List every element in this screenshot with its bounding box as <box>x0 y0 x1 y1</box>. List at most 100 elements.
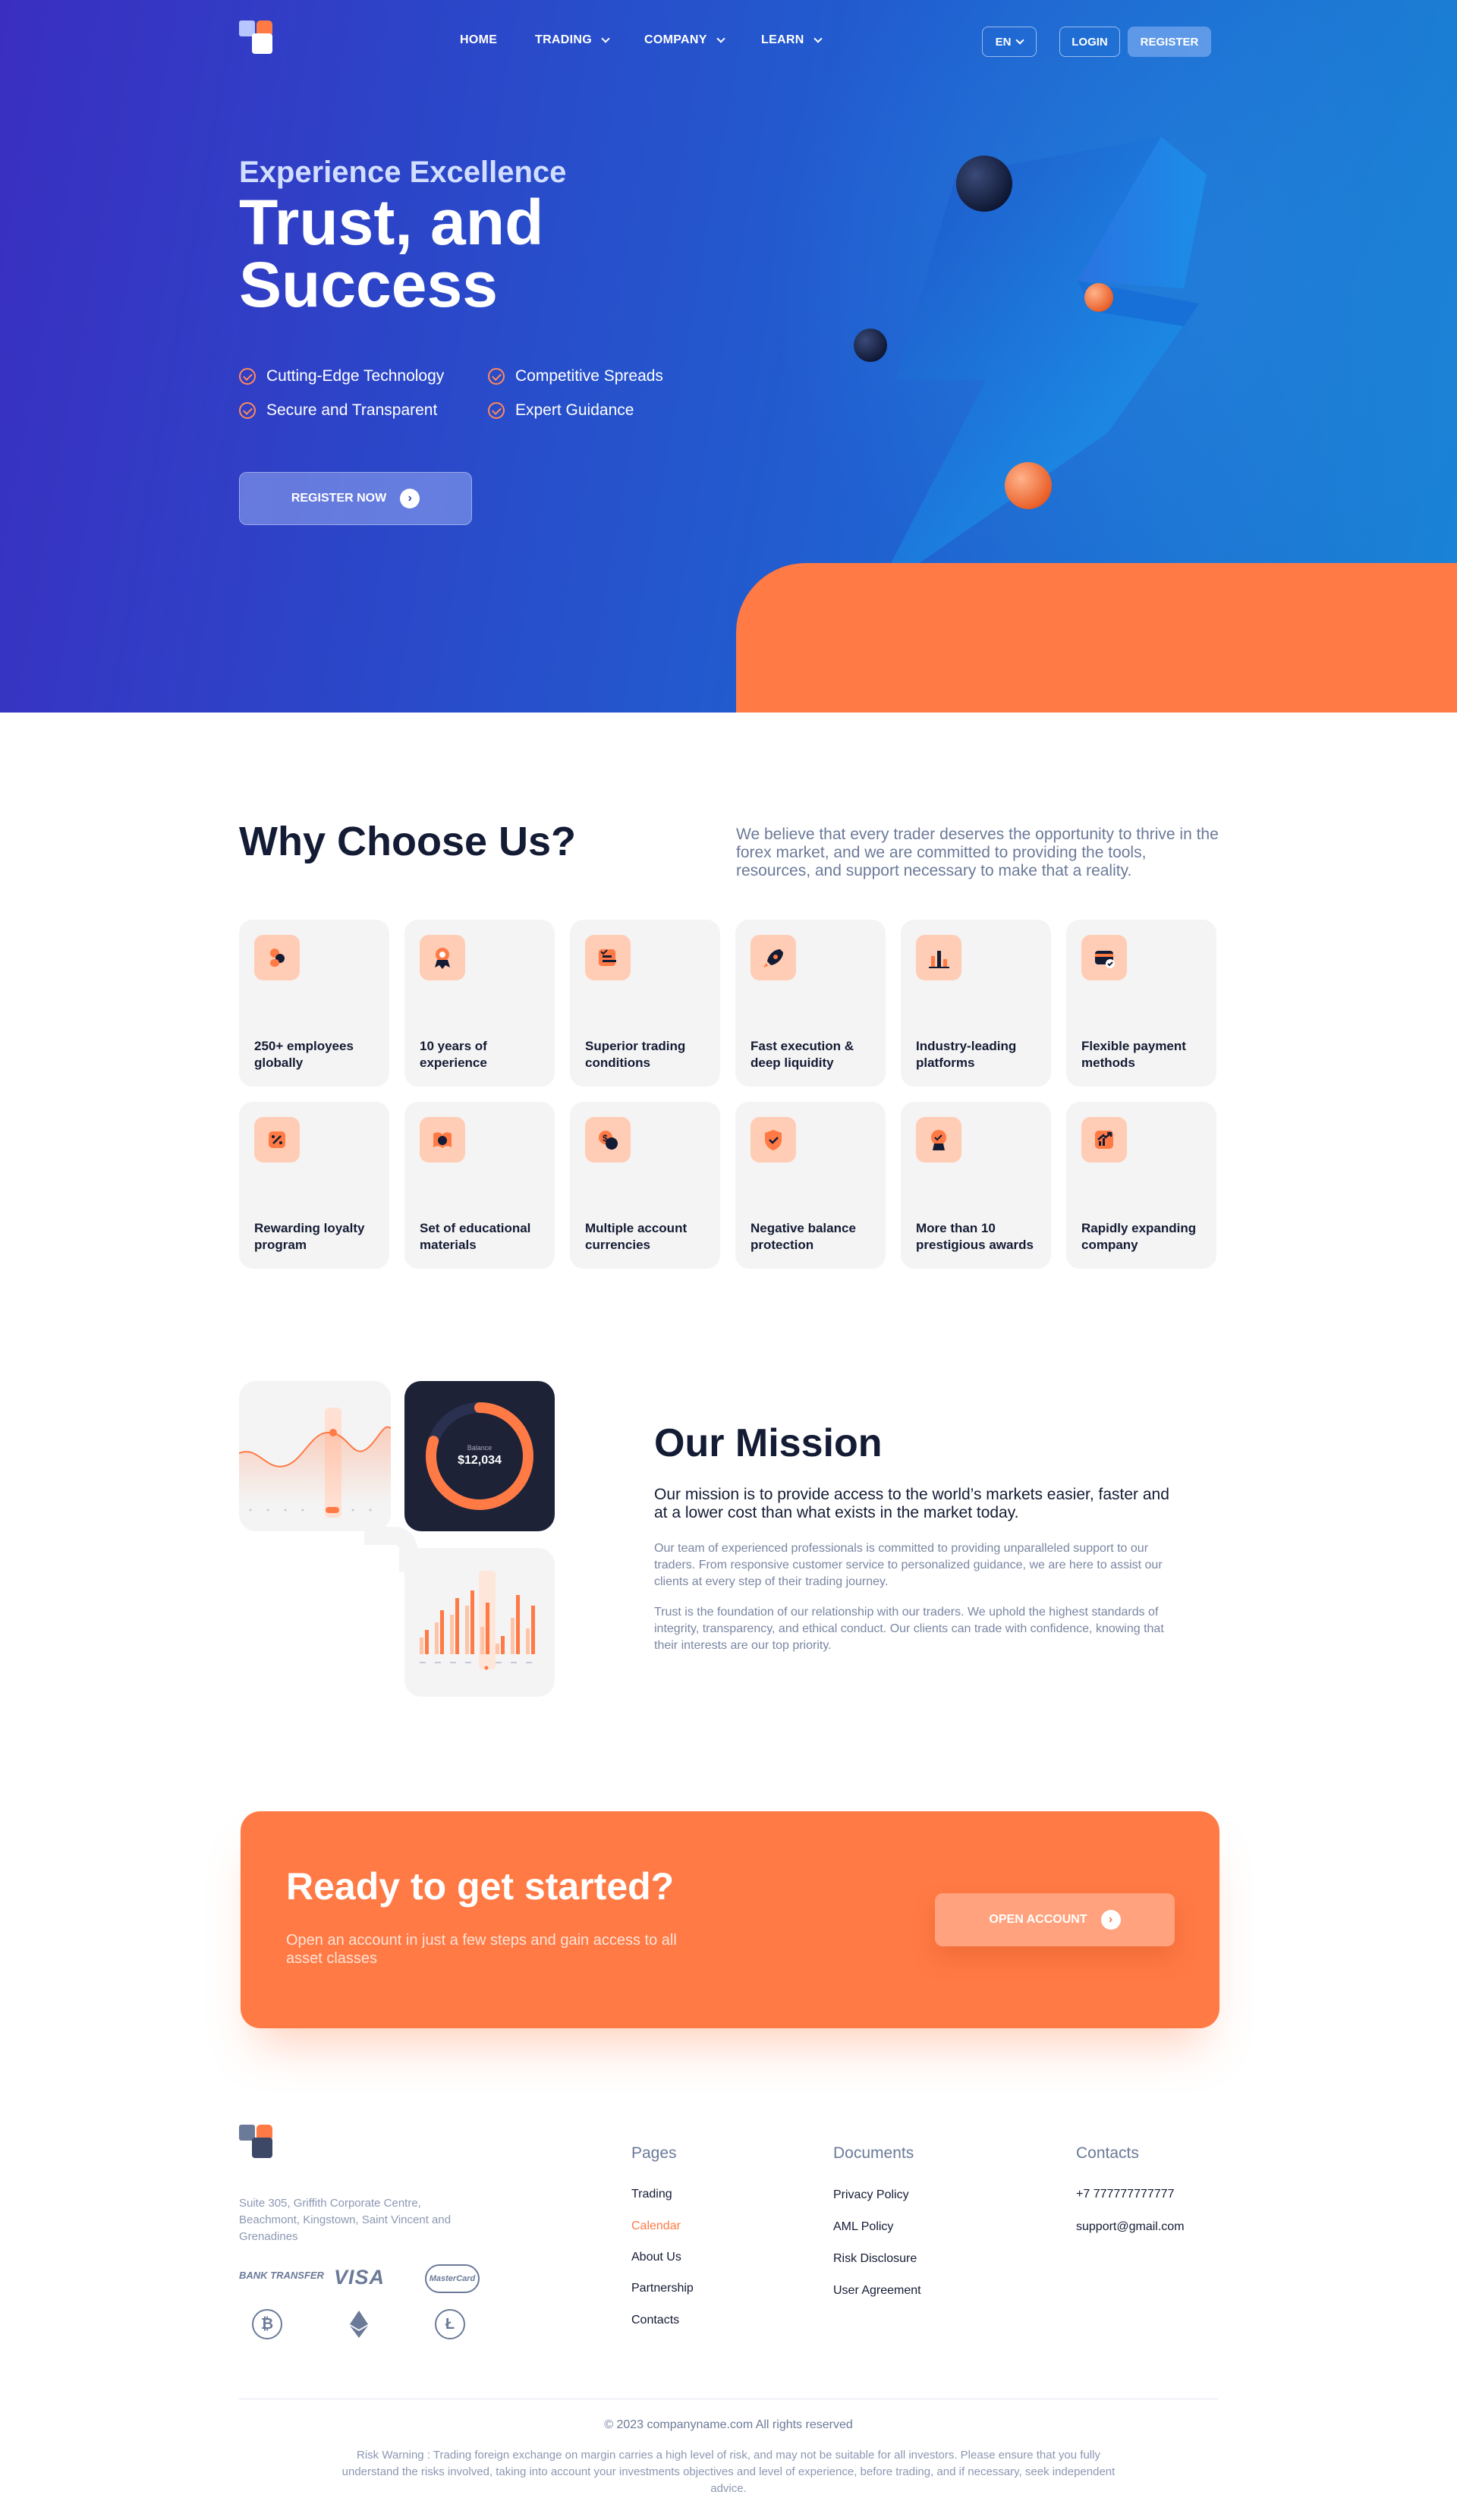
mission-lead: Our mission is to provide access to the … <box>654 1486 1169 1521</box>
mission-paragraph: Trust is the foundation of our relations… <box>654 1606 1164 1652</box>
nav-home-label: HOME <box>460 33 498 46</box>
login-label: LOGIN <box>1072 35 1108 49</box>
nav-company[interactable]: COMPANY <box>644 33 725 47</box>
feature-item: Competitive Spreads <box>488 367 663 385</box>
chart-widget-line <box>239 1381 391 1531</box>
site-logo[interactable] <box>239 20 274 55</box>
why-title: Why Choose Us? <box>239 819 577 864</box>
wallet-icon <box>1081 935 1127 980</box>
feature-label: Secure and Transparent <box>266 401 438 419</box>
benefit-card: Flexible payment methods <box>1066 920 1216 1087</box>
cta-subtitle: Open an account in just a few steps and … <box>286 1932 677 1967</box>
chevron-down-icon <box>813 33 823 43</box>
footer-link-risk[interactable]: Risk Disclosure <box>833 2252 917 2266</box>
hero-subtitle: Experience Excellence <box>239 156 567 189</box>
feature-item: Expert Guidance <box>488 401 634 420</box>
ethereum-icon <box>344 2309 374 2339</box>
footer-link-contacts[interactable]: Contacts <box>631 2314 679 2327</box>
cta-title: Ready to get started? <box>286 1865 675 1908</box>
benefit-card-label: Rapidly expanding company <box>1081 1221 1197 1252</box>
mission-paragraph: Our team of experienced professionals is… <box>654 1542 1163 1588</box>
footer-phone[interactable]: +7 777777777777 <box>1076 2188 1174 2201</box>
open-account-label: OPEN ACCOUNT <box>989 1913 1087 1926</box>
percent-icon <box>254 1117 300 1162</box>
feature-label: Competitive Spreads <box>515 367 663 385</box>
login-button[interactable]: LOGIN <box>1059 27 1120 57</box>
benefit-card: Set of educational materials <box>404 1102 555 1269</box>
benefit-card: Rewarding loyalty program <box>239 1102 389 1269</box>
bank-transfer-logo: BANK TRANSFER <box>239 2270 324 2281</box>
chevron-down-icon <box>601 33 610 43</box>
register-now-button[interactable]: REGISTER NOW › <box>239 472 472 525</box>
benefit-card-label: Industry-leading platforms <box>916 1039 1017 1070</box>
footer-link-trading[interactable]: Trading <box>631 2188 672 2201</box>
chevron-down-icon <box>716 33 725 43</box>
benefit-card: 250+ employees globally <box>239 920 389 1087</box>
benefit-card-label: Flexible payment methods <box>1081 1039 1186 1070</box>
benefit-card-label: Set of educational materials <box>420 1221 531 1252</box>
arrow-right-icon: › <box>400 489 420 508</box>
nav-trading-label: TRADING <box>535 33 592 46</box>
footer-email[interactable]: support@gmail.com <box>1076 2220 1185 2234</box>
benefit-card: Negative balance protection <box>735 1102 886 1269</box>
mastercard-logo: MasterCard <box>425 2264 480 2293</box>
check-icon <box>488 402 505 419</box>
register-label: REGISTER <box>1140 35 1199 49</box>
benefit-card: 10 years of experience <box>404 920 555 1087</box>
footer-link-about[interactable]: About Us <box>631 2251 681 2264</box>
hero-title: Trust, and Success <box>239 187 544 320</box>
chevron-down-icon <box>1015 35 1025 45</box>
benefit-card: Fast execution & deep liquidity <box>735 920 886 1087</box>
balance-value: $12,034 <box>458 1454 502 1467</box>
open-account-button[interactable]: OPEN ACCOUNT › <box>935 1893 1175 1946</box>
register-now-label: REGISTER NOW <box>291 492 387 505</box>
visa-logo: VISA <box>334 2266 385 2289</box>
footer-address: Suite 305, Griffith Corporate Centre, Be… <box>239 2197 452 2243</box>
check-icon <box>239 402 256 419</box>
benefit-card: Rapidly expanding company <box>1066 1102 1216 1269</box>
rocket-icon <box>751 935 796 980</box>
feature-item: Secure and Transparent <box>239 401 437 420</box>
benefit-card-label: Superior trading conditions <box>585 1039 686 1070</box>
footer-documents-heading: Documents <box>833 2144 914 2162</box>
benefit-card-label: More than 10 prestigious awards <box>916 1221 1034 1252</box>
footer-link-agreement[interactable]: User Agreement <box>833 2284 921 2298</box>
footer-link-aml[interactable]: AML Policy <box>833 2220 893 2234</box>
award-icon <box>420 935 465 980</box>
benefit-card-label: Rewarding loyalty program <box>254 1221 365 1252</box>
nav-company-label: COMPANY <box>644 33 707 46</box>
feature-label: Cutting-Edge Technology <box>266 367 445 385</box>
language-select[interactable]: EN <box>982 27 1037 57</box>
benefit-card-label: Multiple account currencies <box>585 1221 688 1252</box>
nav-learn-label: LEARN <box>761 33 804 46</box>
benefit-card-label: Negative balance protection <box>751 1221 856 1252</box>
book-icon <box>420 1117 465 1162</box>
register-button[interactable]: REGISTER <box>1128 27 1211 57</box>
litecoin-icon: Ł <box>435 2309 465 2339</box>
footer-link-calendar[interactable]: Calendar <box>631 2220 681 2233</box>
nav-trading[interactable]: TRADING <box>535 33 610 47</box>
footer-link-partnership[interactable]: Partnership <box>631 2282 694 2295</box>
check-icon <box>488 368 505 385</box>
footer-contacts-heading: Contacts <box>1076 2144 1139 2162</box>
footer-link-privacy[interactable]: Privacy Policy <box>833 2188 909 2202</box>
conditions-icon <box>585 935 631 980</box>
feature-item: Cutting-Edge Technology <box>239 367 444 385</box>
cta-banner: Ready to get started? Open an account in… <box>241 1811 1219 2028</box>
balance-label: Balance <box>467 1444 492 1452</box>
shield-icon <box>751 1117 796 1162</box>
svg-text:$: $ <box>603 1133 608 1144</box>
trophy-icon <box>916 1117 961 1162</box>
hero-3d-illustration <box>854 137 1207 569</box>
nav-home[interactable]: HOME <box>460 33 497 47</box>
employees-icon <box>254 935 300 980</box>
benefit-card: Industry-leading platforms <box>901 920 1051 1087</box>
benefit-card: Superior trading conditions <box>570 920 720 1087</box>
benefit-cards: 250+ employees globally 10 years of exper… <box>239 920 1218 1269</box>
bitcoin-icon: ₿ <box>252 2309 282 2339</box>
footer-logo[interactable] <box>239 2125 274 2160</box>
balance-widget: Balance $12,034 <box>404 1381 555 1531</box>
chart-widget-bars <box>404 1548 555 1697</box>
nav-learn[interactable]: LEARN <box>761 33 823 47</box>
benefit-card-label: Fast execution & deep liquidity <box>751 1039 854 1070</box>
